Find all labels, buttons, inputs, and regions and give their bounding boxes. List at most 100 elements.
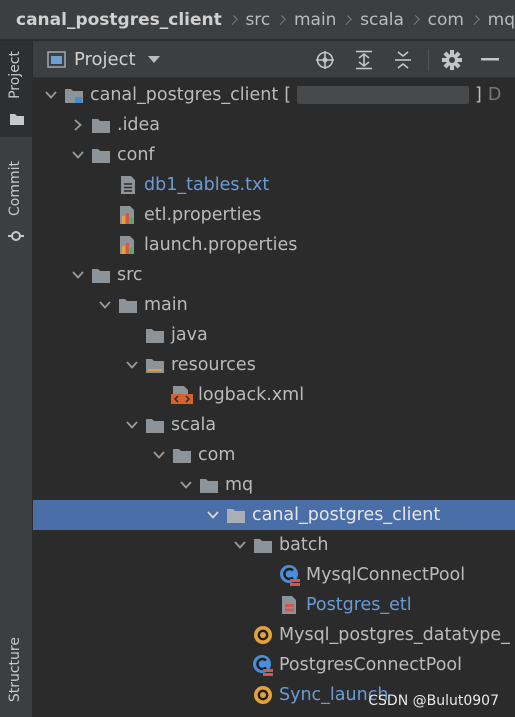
tree-row-src[interactable]: src	[33, 260, 515, 290]
package-folder-icon	[252, 530, 274, 560]
tree-row-conf[interactable]: conf	[33, 140, 515, 170]
chevron-down-icon[interactable]	[124, 350, 140, 380]
tree-row-db1-tables[interactable]: db1_tables.txt	[33, 170, 515, 200]
tree-label: canal_postgres_client	[252, 505, 441, 525]
breadcrumb-item-main[interactable]: main	[294, 10, 336, 30]
tree-row-batch[interactable]: batch	[33, 530, 515, 560]
tab-commit[interactable]: Commit	[0, 157, 32, 247]
tree-row-postgres-connect-pool[interactable]: PostgresConnectPool	[33, 650, 515, 680]
project-panel-header: Project	[33, 41, 515, 78]
expand-all-icon[interactable]	[355, 50, 373, 70]
tree-row-resources[interactable]: resources	[33, 350, 515, 380]
chevron-down-icon[interactable]	[178, 470, 194, 500]
breadcrumb-separator-icon	[276, 14, 286, 25]
breadcrumb-item-project[interactable]: canal_postgres_client	[16, 10, 222, 30]
breadcrumb-item-com[interactable]: com	[428, 10, 464, 30]
chevron-down-icon[interactable]	[97, 290, 113, 320]
tree-row-logback[interactable]: logback.xml	[33, 380, 515, 410]
tree-label: batch	[279, 535, 329, 555]
tree-label: PostgresConnectPool	[279, 655, 462, 675]
breadcrumb-separator-icon	[227, 14, 238, 25]
project-tree: canal_postgres_client [ ] D .idea conf d…	[33, 79, 515, 717]
root-bracket-close: ]	[475, 85, 482, 105]
tree-row-idea[interactable]: .idea	[33, 110, 515, 140]
chevron-down-icon[interactable]	[70, 140, 86, 170]
tree-label: mq	[225, 475, 254, 495]
tree-row-package-selected[interactable]: canal_postgres_client	[33, 500, 515, 530]
chevron-right-icon[interactable]	[70, 110, 86, 140]
tree-label: resources	[171, 355, 256, 375]
root-path-suffix: D	[487, 85, 502, 105]
ide-window: canal_postgres_client src main scala com…	[0, 0, 515, 717]
tree-row-etl-properties[interactable]: etl.properties	[33, 200, 515, 230]
breadcrumb-item-src[interactable]: src	[245, 10, 270, 30]
gear-icon[interactable]	[442, 50, 462, 70]
tree-row-java[interactable]: java	[33, 320, 515, 350]
breadcrumb-separator-icon	[342, 14, 353, 25]
redacted-path	[297, 86, 470, 104]
tree-row-scala[interactable]: scala	[33, 410, 515, 440]
folder-icon	[117, 290, 139, 320]
chevron-down-icon[interactable]	[151, 440, 167, 470]
breadcrumb-separator-icon	[469, 14, 480, 25]
tree-label: db1_tables.txt	[144, 175, 270, 195]
scala-class-icon	[279, 560, 301, 590]
scala-file-icon	[279, 590, 301, 620]
chevron-down-icon[interactable]	[124, 410, 140, 440]
collapse-all-icon[interactable]	[394, 50, 412, 70]
breadcrumb-separator-icon	[409, 14, 420, 25]
folder-icon	[90, 110, 112, 140]
resources-folder-icon	[144, 350, 166, 380]
tree-row-project-root[interactable]: canal_postgres_client [ ] D	[33, 80, 515, 110]
minimize-icon[interactable]	[481, 58, 499, 61]
tab-commit-label: Commit	[7, 161, 23, 216]
folder-icon	[144, 410, 166, 440]
tree-row-postgres-etl[interactable]: Postgres_etl	[33, 590, 515, 620]
folder-icon	[90, 260, 112, 290]
chevron-down-icon[interactable]	[43, 80, 59, 110]
chevron-down-icon[interactable]	[205, 500, 221, 530]
chevron-down-icon[interactable]	[70, 260, 86, 290]
chevron-down-icon[interactable]	[232, 530, 248, 560]
folder-icon	[144, 320, 166, 350]
tab-structure[interactable]: Structure	[0, 631, 32, 717]
package-folder-icon	[225, 500, 247, 530]
breadcrumb-item-mq[interactable]: mq	[488, 10, 515, 30]
tab-project[interactable]: Project	[0, 41, 32, 137]
commit-icon	[8, 231, 24, 241]
scala-object-icon	[252, 680, 274, 710]
breadcrumb-item-scala[interactable]: scala	[360, 10, 404, 30]
panel-title: Project	[74, 48, 136, 70]
tree-label: conf	[117, 145, 155, 165]
tree-label: canal_postgres_client	[90, 85, 279, 105]
tree-label: .idea	[117, 115, 161, 135]
module-folder-icon	[63, 80, 85, 110]
tree-row-com[interactable]: com	[33, 440, 515, 470]
view-selector-dropdown-icon[interactable]	[147, 55, 160, 63]
properties-file-icon	[117, 230, 139, 260]
package-folder-icon	[171, 440, 193, 470]
locate-icon[interactable]	[315, 50, 335, 70]
tree-label: scala	[171, 415, 217, 435]
tree-label: src	[117, 265, 143, 285]
scala-object-icon	[252, 620, 274, 650]
root-bracket-open: [	[284, 85, 292, 105]
tree-row-datatype[interactable]: Mysql_postgres_datatype_	[33, 620, 515, 650]
tree-label: Mysql_postgres_datatype_	[279, 625, 510, 645]
tree-row-main[interactable]: main	[33, 290, 515, 320]
tree-row-launch-properties[interactable]: launch.properties	[33, 230, 515, 260]
folder-icon	[10, 114, 24, 125]
tree-row-mq[interactable]: mq	[33, 470, 515, 500]
tree-row-mysql-connect-pool[interactable]: MysqlConnectPool	[33, 560, 515, 590]
tree-label: etl.properties	[144, 205, 262, 225]
